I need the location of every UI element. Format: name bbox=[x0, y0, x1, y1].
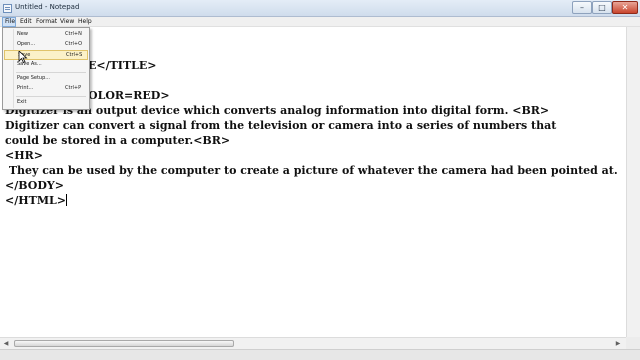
close-button[interactable]: ✕ bbox=[612, 1, 638, 14]
notepad-app-icon bbox=[3, 4, 12, 13]
file-menu-print[interactable]: Print... Ctrl+P bbox=[4, 84, 88, 94]
menu-help[interactable]: Help bbox=[76, 17, 94, 27]
menu-item-label: Page Setup... bbox=[17, 75, 51, 81]
file-menu-exit[interactable]: Exit bbox=[4, 98, 88, 108]
title-bar[interactable]: Untitled - Notepad – □ ✕ bbox=[0, 0, 640, 17]
file-menu-save-as[interactable]: Save As... bbox=[4, 60, 88, 70]
editor-line: They can be used by the computer to crea… bbox=[5, 164, 618, 177]
menu-view[interactable]: View bbox=[58, 17, 76, 27]
horizontal-scroll-thumb[interactable] bbox=[14, 340, 234, 347]
menu-separator bbox=[16, 96, 86, 97]
menu-file[interactable]: File bbox=[2, 17, 16, 27]
menu-item-label: Open... bbox=[17, 41, 36, 47]
menu-item-label: Print... bbox=[17, 85, 34, 91]
editor-line: OLOR=RED> bbox=[88, 89, 170, 102]
vertical-scrollbar[interactable] bbox=[626, 27, 640, 337]
maximize-button[interactable]: □ bbox=[592, 1, 612, 14]
minimize-button[interactable]: – bbox=[572, 1, 592, 14]
file-menu-open[interactable]: Open... Ctrl+O bbox=[4, 40, 88, 50]
text-editor-area[interactable]: E</TITLE> OLOR=RED> Digitizer is an outp… bbox=[0, 27, 626, 337]
menu-item-shortcut: Ctrl+N bbox=[65, 31, 82, 37]
menu-item-shortcut: Ctrl+S bbox=[66, 52, 83, 58]
file-menu-save[interactable]: Save Ctrl+S bbox=[4, 50, 88, 60]
menu-item-shortcut: Ctrl+O bbox=[65, 41, 83, 47]
menu-item-label: New bbox=[17, 31, 28, 37]
file-menu-page-setup[interactable]: Page Setup... bbox=[4, 74, 88, 84]
menu-edit[interactable]: Edit bbox=[18, 17, 34, 27]
horizontal-scrollbar[interactable]: ◀ ▶ bbox=[0, 337, 626, 349]
window-bottom-edge bbox=[0, 349, 640, 360]
file-dropdown-menu: New Ctrl+N Open... Ctrl+O Save Ctrl+S Sa… bbox=[2, 27, 90, 110]
text-caret bbox=[66, 194, 67, 206]
menu-item-label: Exit bbox=[17, 99, 27, 105]
scrollbar-corner bbox=[626, 337, 640, 349]
menu-format[interactable]: Format bbox=[34, 17, 59, 27]
editor-line: Digitizer can convert a signal from the … bbox=[5, 119, 557, 132]
editor-line: could be stored in a computer.<BR> bbox=[5, 134, 231, 147]
window-title: Untitled - Notepad bbox=[15, 3, 80, 11]
menu-item-shortcut: Ctrl+P bbox=[65, 85, 82, 91]
editor-line: E</TITLE> bbox=[88, 59, 157, 72]
menu-bar: File Edit Format View Help bbox=[0, 17, 640, 27]
mouse-pointer-icon bbox=[18, 51, 28, 63]
editor-line: <HR> bbox=[5, 149, 43, 162]
file-menu-new[interactable]: New Ctrl+N bbox=[4, 30, 88, 40]
menu-separator bbox=[16, 72, 86, 73]
editor-line: </BODY> bbox=[5, 179, 64, 192]
editor-line: </HTML> bbox=[5, 194, 66, 207]
